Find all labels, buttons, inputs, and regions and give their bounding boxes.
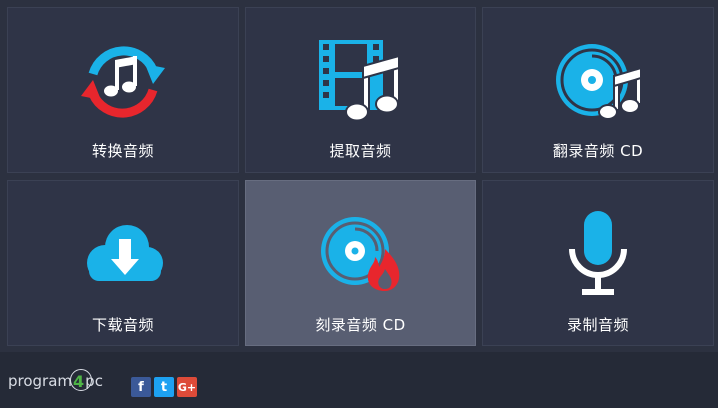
tile-label: 下载音频	[91, 316, 154, 334]
download-audio-icon	[87, 225, 163, 281]
extract-audio-icon	[318, 40, 400, 122]
tile-burn-cd[interactable]: 刻录音频 CD	[245, 180, 476, 346]
tile-label: 翻录音频 CD	[552, 142, 644, 160]
tile-label: 录制音频	[566, 316, 629, 334]
twitter-icon[interactable]: t	[154, 377, 174, 397]
tile-label: 转换音频	[91, 142, 154, 160]
app-window: 转换音频 提取音频 翻录音频 CD 下载音频 刻录音频 CD 录制音频 prog…	[0, 0, 718, 408]
facebook-icon[interactable]: f	[131, 377, 151, 397]
tile-rip-cd[interactable]: 翻录音频 CD	[482, 7, 714, 173]
program4pc-logo[interactable]: program 4 pc	[8, 368, 103, 392]
record-audio-icon	[569, 211, 627, 295]
tile-download-audio[interactable]: 下载音频	[7, 180, 239, 346]
google-plus-icon[interactable]: G+	[177, 377, 197, 397]
tile-label: 刻录音频 CD	[315, 316, 406, 334]
brand-prefix: program	[8, 372, 73, 390]
brand-digit: 4	[70, 368, 93, 391]
footer-bar: program 4 pc f t G+	[0, 352, 718, 408]
burn-cd-icon	[320, 217, 399, 291]
tile-label: 提取音频	[329, 142, 392, 160]
tile-extract-audio[interactable]: 提取音频	[245, 7, 476, 173]
tile-record-audio[interactable]: 录制音频	[482, 180, 714, 346]
social-links: f t G+	[131, 377, 197, 397]
feature-grid: 转换音频 提取音频 翻录音频 CD 下载音频 刻录音频 CD 录制音频	[0, 0, 718, 352]
tile-convert-audio[interactable]: 转换音频	[7, 7, 239, 173]
rip-cd-icon	[556, 44, 642, 120]
convert-audio-icon	[81, 46, 165, 118]
